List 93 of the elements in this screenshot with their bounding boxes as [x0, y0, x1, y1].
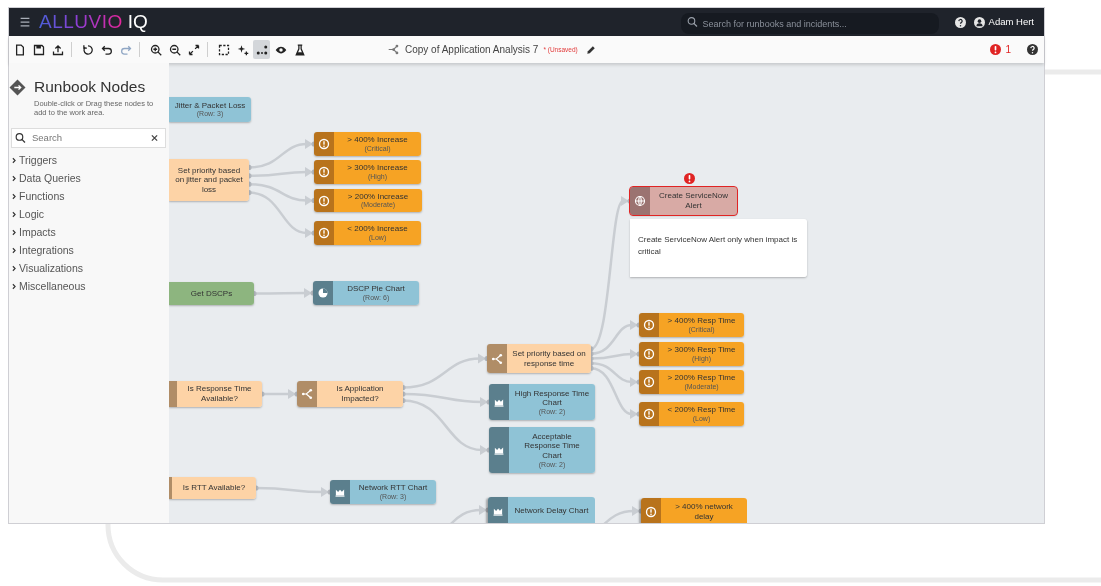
node-title: Set priority based on response time [512, 348, 586, 369]
flask-icon [293, 43, 306, 56]
search-field[interactable]: Search for runbooks and incidents... [680, 13, 939, 35]
chevron-right-icon [11, 175, 17, 182]
category-item[interactable]: Triggers [11, 151, 58, 170]
category-item[interactable]: Data Queries [11, 169, 81, 188]
node-title: > 400% Resp Time [667, 316, 736, 326]
chevron-right-icon [11, 283, 17, 290]
undo-icon [100, 43, 113, 56]
node-title: > 200% Increase [347, 191, 409, 202]
node-title: Create ServiceNow Alert [658, 191, 729, 211]
close-icon [151, 134, 158, 141]
logo-product: IQ [127, 9, 148, 34]
node-title: > 300% Increase [347, 163, 408, 173]
node-title: Is RTT Available? [182, 483, 246, 493]
help-button[interactable] [1027, 44, 1038, 55]
alert-icon [643, 319, 655, 331]
connect-button[interactable] [253, 40, 270, 59]
zoom-out-icon [168, 43, 181, 56]
note-card[interactable]: Create ServiceNow Alert only when impact is critical [630, 219, 807, 277]
edit-button[interactable] [585, 44, 596, 55]
pencil-icon [585, 44, 596, 55]
pie-chart-icon [317, 287, 329, 299]
alert-icon [318, 194, 330, 207]
rotate-icon [81, 43, 94, 56]
node-title: > 400% network delay [674, 501, 734, 522]
node-title: Get DSCPs [190, 288, 233, 299]
category-item[interactable]: Visualizations [11, 259, 83, 278]
upload-icon [51, 43, 64, 56]
help-icon [954, 16, 966, 28]
alert-icon [645, 505, 657, 518]
note-text: Create ServiceNow Alert only when impact is critical [638, 234, 799, 258]
category-item[interactable]: Integrations [11, 241, 74, 260]
branch-icon [301, 388, 313, 400]
globe-icon [634, 195, 646, 207]
category-item[interactable]: Functions [11, 187, 65, 206]
node-title: Is Response Time Available? [186, 384, 253, 404]
chevron-right-icon [11, 211, 17, 218]
node-search-field[interactable]: Search [11, 127, 166, 148]
error-count-button[interactable]: 1 [990, 42, 1011, 57]
chevron-right-icon [11, 157, 17, 164]
branch-icon [491, 352, 503, 365]
connect-icon [255, 43, 268, 56]
flow-node[interactable]: Set priority based on jitter and packet loss [169, 159, 249, 201]
zoom-in-icon [149, 43, 162, 56]
alert-icon [643, 408, 655, 420]
search-icon [686, 16, 698, 28]
category-item[interactable]: Miscellaneous [11, 277, 86, 296]
node-title: Is Application Impacted? [335, 384, 385, 404]
flow-node[interactable]: Is RTT Available? [169, 477, 256, 499]
chevron-right-icon [11, 247, 17, 254]
alert-icon [643, 348, 655, 360]
chevron-right-icon [11, 265, 17, 272]
chevron-right-icon [11, 193, 17, 200]
expand-icon [187, 43, 200, 56]
node-title: Network RTT Chart [358, 483, 428, 493]
alert-icon [643, 376, 655, 388]
node-title: > 200% Resp Time [667, 373, 736, 383]
node-title: < 200% Resp Time [667, 405, 736, 415]
node-title: High Response Time Chart [514, 388, 590, 408]
node-title: Set priority based on jitter and packet loss [174, 165, 244, 195]
error-icon [990, 44, 1002, 55]
runbook-icon [386, 44, 401, 55]
menu-button[interactable] [19, 17, 31, 27]
node-title: DSCP Pie Chart [347, 284, 405, 294]
help-button[interactable] [954, 16, 966, 28]
menu-icon [19, 17, 31, 27]
user-menu[interactable]: Adam Hert [973, 14, 1034, 30]
node-title: < 200% Increase [347, 224, 408, 234]
sidebar-title: Runbook Nodes [34, 79, 147, 95]
runbook-title: Copy of Application Analysis 7 [405, 43, 539, 57]
file-icon [13, 43, 26, 56]
alert-icon [318, 227, 330, 239]
selection-icon [217, 43, 230, 56]
node-title: Acceptable Response Time Chart [523, 431, 581, 461]
category-item[interactable]: Logic [11, 205, 45, 224]
node-title: Network Delay Chart [514, 506, 589, 516]
user-icon [973, 16, 985, 28]
category-item[interactable]: Impacts [11, 223, 56, 242]
search-icon [15, 132, 26, 143]
redo-icon [119, 43, 132, 56]
node-title: Jitter & Packet Loss [174, 100, 246, 111]
save-icon [32, 43, 45, 56]
alert-icon [318, 138, 330, 150]
sparkle-icon [236, 43, 249, 56]
clear-button[interactable] [151, 134, 158, 141]
help-icon [1027, 44, 1038, 55]
connector [251, 288, 316, 298]
flow-node[interactable]: Get DSCPs [169, 282, 254, 305]
node-title: > 400% Increase [347, 135, 408, 145]
chevron-right-icon [11, 229, 17, 236]
alert-icon [318, 166, 330, 178]
node-title: > 300% Resp Time [667, 345, 736, 355]
